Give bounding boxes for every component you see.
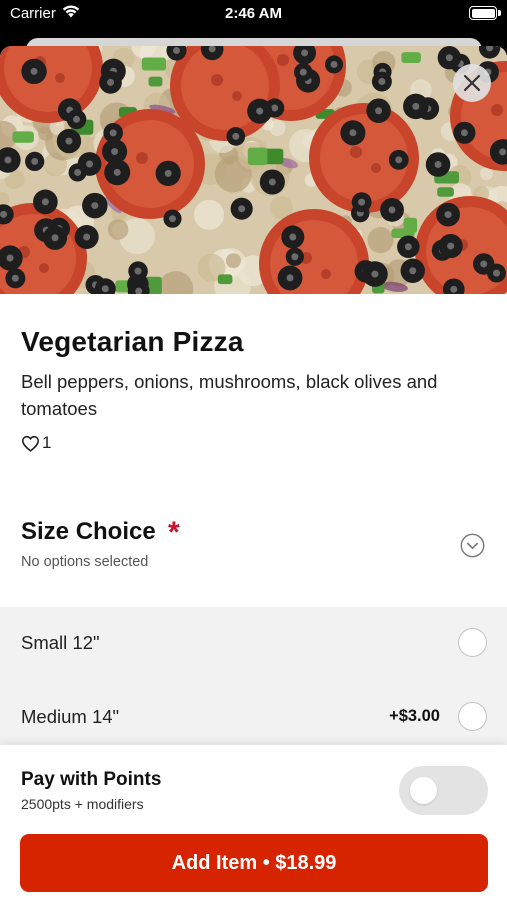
pay-with-points-title: Pay with Points: [21, 769, 162, 790]
checkout-footer: Pay with Points 2500pts + modifiers Add …: [0, 745, 507, 900]
radio-button[interactable]: [458, 628, 487, 657]
chevron-down-circle-icon: [460, 533, 485, 558]
like-button[interactable]: 1: [21, 433, 51, 453]
product-description: Bell peppers, onions, mushrooms, black o…: [21, 371, 438, 419]
product-title: Vegetarian Pizza: [21, 326, 244, 357]
close-icon: [463, 74, 481, 92]
size-choice-subtitle: No options selected: [21, 554, 149, 570]
option-label: Small 12": [21, 632, 100, 653]
pay-with-points-toggle[interactable]: [399, 766, 488, 815]
required-marker: *: [168, 516, 180, 549]
pay-with-points-subtitle: 2500pts + modifiers: [21, 796, 144, 812]
status-bar: Carrier 2:46 AM: [0, 0, 507, 28]
size-option-small[interactable]: Small 12": [0, 607, 507, 679]
size-choice-title[interactable]: Size Choice: [21, 518, 156, 546]
battery-tip: [498, 10, 501, 16]
size-options-list: Small 12" Medium 14" +$3.00: [0, 607, 507, 752]
status-time: 2:46 AM: [225, 5, 282, 22]
collapse-button[interactable]: [460, 533, 485, 558]
option-label: Medium 14": [21, 706, 120, 727]
toggle-knob: [410, 777, 437, 804]
heart-icon: [21, 435, 40, 452]
add-item-button[interactable]: Add Item • $18.99: [20, 834, 488, 892]
pizza-photo: [0, 46, 507, 294]
close-button[interactable]: [453, 64, 491, 102]
product-sheet: Vegetarian Pizza Bell peppers, onions, m…: [0, 46, 507, 900]
size-option-medium[interactable]: Medium 14" +$3.00: [0, 681, 507, 753]
radio-button[interactable]: [458, 702, 487, 731]
option-price: +$3.00: [389, 707, 440, 725]
battery-icon: [469, 6, 497, 20]
like-count: 1: [42, 433, 52, 452]
